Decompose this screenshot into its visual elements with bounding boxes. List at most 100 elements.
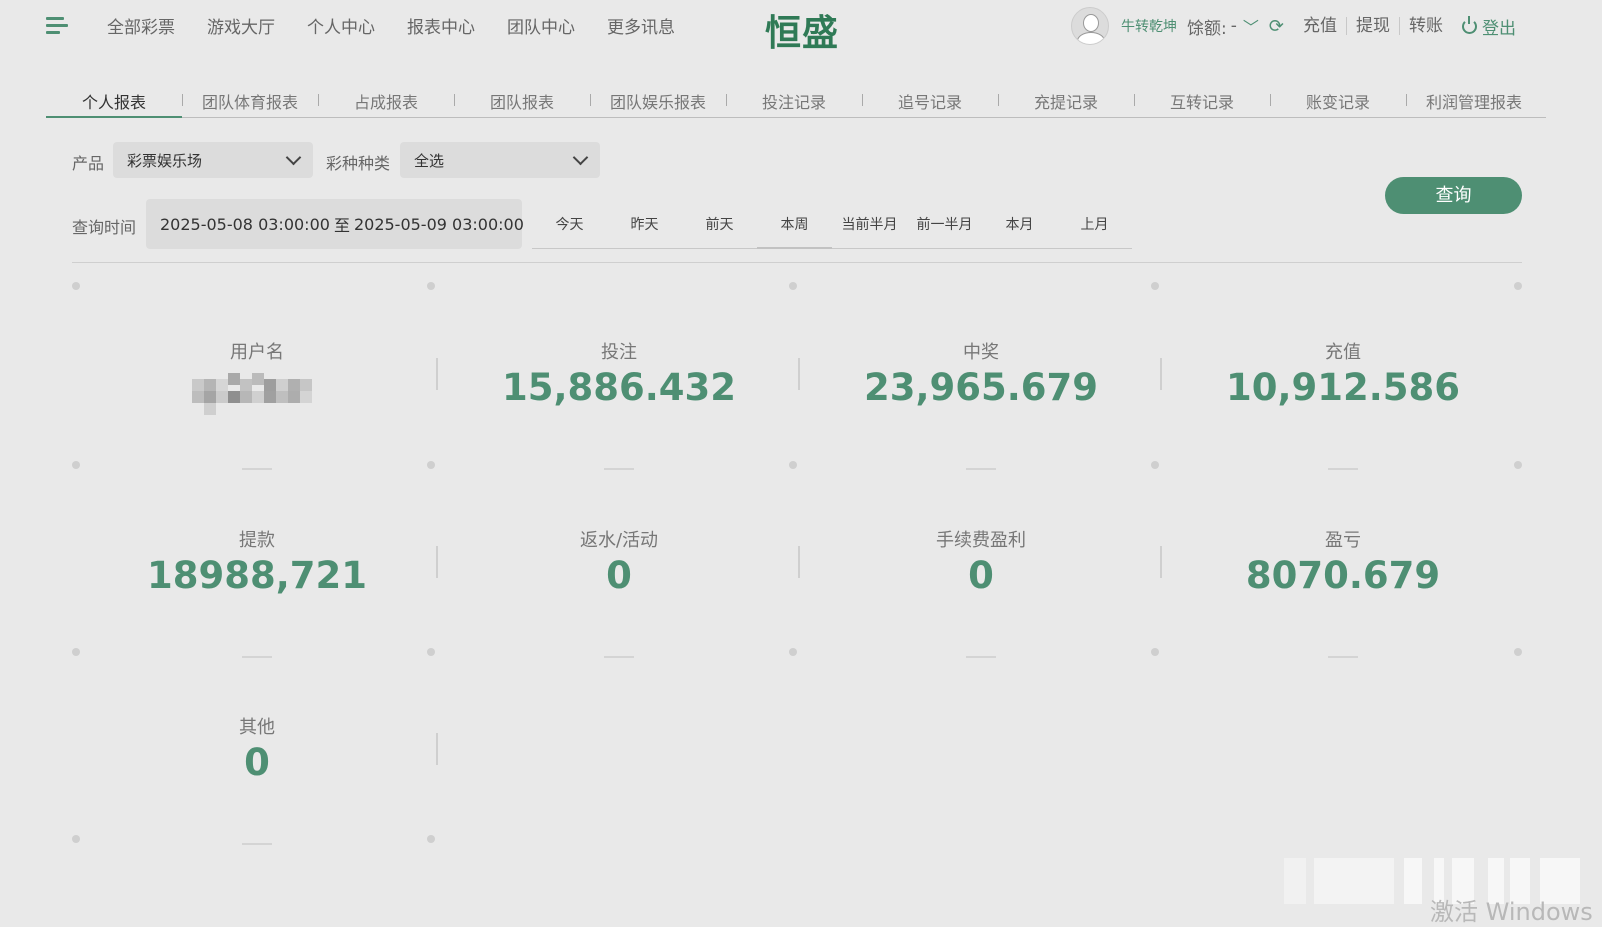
nav-team-center[interactable]: 团队中心 — [507, 13, 575, 38]
grid-dot — [72, 461, 80, 469]
stat-title: 用户名 — [230, 342, 284, 363]
grid-dot — [789, 461, 797, 469]
user-area: 牛转乾坤 馀额: - ﹀ ⟳ 充值 提现 转账 登出 — [1071, 7, 1516, 45]
transfer-link[interactable]: 转账 — [1400, 17, 1452, 35]
balance-value: - — [1230, 16, 1237, 36]
tab-transfer-records[interactable]: 互转记录 — [1134, 84, 1270, 117]
stat-value: 18988,721 — [146, 554, 367, 597]
balance-label: 馀额: — [1187, 18, 1227, 39]
grid-dot — [72, 835, 80, 843]
hamburger-menu-icon[interactable] — [46, 17, 68, 35]
stat-value: 23,965.679 — [863, 366, 1099, 409]
eye-closed-icon[interactable]: ﹀ — [1243, 14, 1259, 38]
tab-bet-records[interactable]: 投注记录 — [726, 84, 862, 117]
stat-value: 15,886.432 — [501, 366, 737, 409]
date-range-picker[interactable]: 2025-05-08 03:00:00 至 2025-05-09 03:00:0… — [146, 199, 524, 249]
top-header: 全部彩票 游戏大厅 个人中心 报表中心 团队中心 更多讯息 恒盛 牛转乾坤 馀额… — [0, 0, 1602, 54]
stat-cell-win: 中奖 23,965.679 — [800, 286, 1162, 470]
power-icon — [1462, 15, 1477, 34]
product-label: 产品 — [72, 154, 105, 173]
grid-dot — [72, 648, 80, 656]
quick-current-half-month[interactable]: 当前半月 — [832, 207, 907, 248]
recharge-link[interactable]: 充值 — [1294, 17, 1347, 35]
report-tabs: 个人报表 团队体育报表 占成报表 团队报表 团队娱乐报表 投注记录 追号记录 充… — [46, 84, 1546, 118]
stat-cell-fee-profit: 手续费盈利 0 — [800, 474, 1162, 658]
avatar[interactable] — [1071, 7, 1110, 45]
grid-dot — [789, 648, 797, 656]
chevron-down-icon — [572, 149, 589, 166]
stat-cell-recharge: 充值 10,912.586 — [1162, 286, 1524, 470]
tab-deposit-withdraw-records[interactable]: 充提记录 — [998, 84, 1134, 117]
query-time-label: 查询时间 — [72, 218, 137, 237]
brand-logo[interactable]: 恒盛 — [765, 4, 839, 56]
tab-team-report[interactable]: 团队报表 — [454, 84, 590, 117]
logout-button[interactable]: 登出 — [1452, 14, 1516, 39]
tab-chase-records[interactable]: 追号记录 — [862, 84, 998, 117]
tab-share-report[interactable]: 占成报表 — [318, 84, 454, 117]
quick-last-month[interactable]: 上月 — [1057, 207, 1132, 248]
start-date: 2025-05-08 03:00:00 — [160, 214, 330, 234]
grid-dot — [1151, 282, 1159, 290]
product-select[interactable]: 彩票娱乐场 — [113, 142, 313, 178]
stat-title: 充值 — [1325, 342, 1361, 363]
stat-cell-rebate: 返水/活动 0 — [438, 474, 800, 658]
nav-all-lottery[interactable]: 全部彩票 — [107, 13, 175, 38]
logout-label: 登出 — [1482, 18, 1516, 39]
stat-placeholder-dash — [966, 468, 996, 470]
tab-personal-report[interactable]: 个人报表 — [46, 84, 182, 118]
date-separator: 至 — [333, 216, 350, 235]
stat-title: 投注 — [601, 342, 637, 363]
lottery-type-select[interactable]: 全选 — [400, 142, 600, 178]
withdraw-link[interactable]: 提现 — [1347, 17, 1400, 35]
tab-account-change-records[interactable]: 账变记录 — [1270, 84, 1406, 117]
nav-personal-center[interactable]: 个人中心 — [307, 13, 375, 38]
lottery-type-select-value: 全选 — [414, 151, 445, 170]
stat-title: 其他 — [239, 717, 275, 738]
stat-placeholder-dash — [1328, 468, 1358, 470]
grid-dot — [1151, 648, 1159, 656]
main-nav: 全部彩票 游戏大厅 个人中心 报表中心 团队中心 更多讯息 — [107, 13, 707, 38]
stat-cell-profit-loss: 盈亏 8070.679 — [1162, 474, 1524, 658]
tab-team-sports-report[interactable]: 团队体育报表 — [182, 84, 318, 117]
quick-this-month[interactable]: 本月 — [982, 207, 1057, 248]
stat-placeholder-dash — [604, 656, 634, 658]
stat-placeholder-dash — [242, 843, 272, 845]
grid-dot — [427, 282, 435, 290]
end-date: 2025-05-09 03:00:00 — [353, 214, 524, 234]
quick-today[interactable]: 今天 — [532, 207, 607, 248]
stat-placeholder-dash — [604, 468, 634, 470]
stat-title: 盈亏 — [1325, 530, 1361, 551]
stat-title: 提款 — [239, 530, 275, 551]
nav-more-info[interactable]: 更多讯息 — [607, 13, 675, 38]
quick-day-before[interactable]: 前天 — [682, 207, 757, 248]
quick-previous-half-month[interactable]: 前一半月 — [907, 207, 982, 248]
grid-dot — [427, 461, 435, 469]
quick-this-week[interactable]: 本周 — [757, 207, 832, 249]
username: 牛转乾坤 — [1121, 19, 1178, 35]
refresh-icon[interactable]: ⟳ — [1269, 16, 1284, 37]
tab-profit-management-report[interactable]: 利润管理报表 — [1406, 84, 1542, 117]
stat-cell-withdraw: 提款 18988,721 — [76, 474, 438, 658]
stat-value: 10,912.586 — [1225, 366, 1461, 409]
grid-dot — [1514, 461, 1522, 469]
grid-dot — [72, 282, 80, 290]
stat-placeholder-dash — [242, 468, 272, 470]
nav-game-hall[interactable]: 游戏大厅 — [207, 13, 275, 38]
stat-title: 中奖 — [963, 342, 999, 363]
quick-range-tabs: 今天 昨天 前天 本周 当前半月 前一半月 本月 上月 — [532, 207, 1132, 249]
stat-cell-other: 其他 0 — [76, 661, 438, 845]
stat-cell-username: 用户名 — [76, 286, 438, 470]
stat-value: 0 — [968, 554, 994, 597]
stat-placeholder-dash — [966, 656, 996, 658]
product-select-value: 彩票娱乐场 — [127, 151, 203, 170]
tab-team-entertainment-report[interactable]: 团队娱乐报表 — [590, 84, 726, 117]
nav-report-center[interactable]: 报表中心 — [407, 13, 475, 38]
search-button[interactable]: 查询 — [1385, 177, 1522, 214]
divider — [72, 262, 1522, 263]
quick-yesterday[interactable]: 昨天 — [607, 207, 682, 248]
stat-cell-bet: 投注 15,886.432 — [438, 286, 800, 470]
stat-title: 手续费盈利 — [936, 530, 1026, 551]
grid-dot — [1514, 282, 1522, 290]
chevron-down-icon — [285, 149, 302, 166]
stat-separator — [436, 733, 438, 765]
